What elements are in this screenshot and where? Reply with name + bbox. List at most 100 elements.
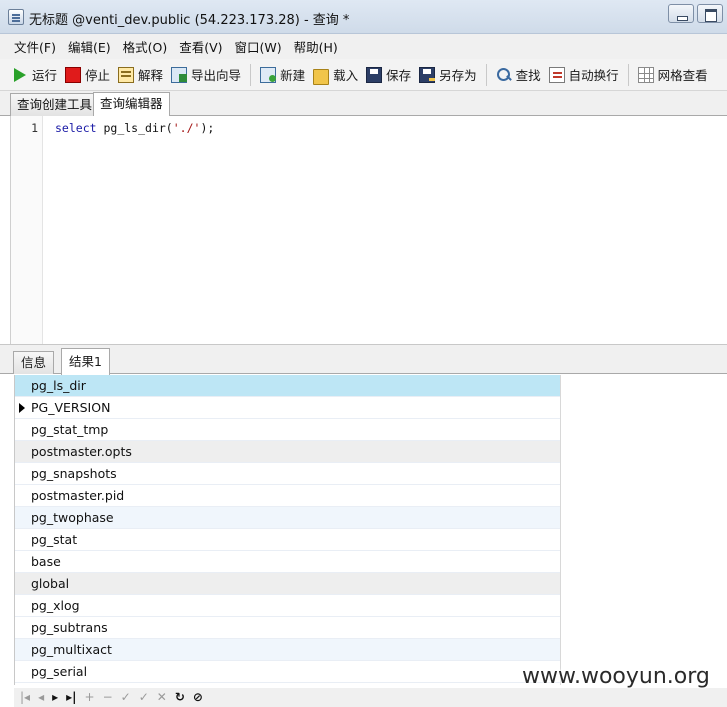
table-row[interactable]: pg_multixact (15, 639, 560, 661)
word-wrap-label: 自动换行 (568, 68, 619, 83)
save-button[interactable]: 保存 (362, 63, 415, 87)
table-row[interactable]: postmaster.opts (15, 441, 560, 463)
load-button[interactable]: 载入 (309, 63, 362, 87)
last-record-icon[interactable]: ▸| (66, 688, 76, 707)
table-cell[interactable]: pg_xlog (31, 595, 80, 617)
stop-fetch-icon[interactable]: ⊘ (193, 688, 203, 707)
next-record-icon[interactable]: ▸ (52, 688, 58, 707)
sql-keyword: select (55, 121, 97, 135)
sql-editor[interactable]: 1 select pg_ls_dir('./'); (10, 116, 727, 344)
window-title: 无标题 @venti_dev.public (54.223.173.28) - … (29, 13, 350, 28)
cancel-record-icon[interactable]: ✕ (157, 688, 167, 707)
table-cell[interactable]: pg_stat_tmp (31, 419, 108, 441)
run-button[interactable]: 运行 (8, 63, 61, 87)
find-button[interactable]: 查找 (492, 63, 545, 87)
table-cell[interactable]: pg_stat (31, 529, 77, 551)
save-as-button[interactable]: 另存为 (415, 63, 481, 87)
table-row[interactable]: pg_xlog (15, 595, 560, 617)
word-wrap-button[interactable]: 自动换行 (545, 63, 623, 87)
magnifier-icon (496, 67, 512, 83)
new-label: 新建 (280, 68, 306, 83)
save-label: 保存 (386, 68, 412, 83)
toolbar-divider (485, 63, 487, 86)
edit-record-icon[interactable]: ✓ (121, 688, 131, 707)
table-row[interactable]: global (15, 573, 560, 595)
new-button[interactable]: 新建 (256, 63, 309, 87)
app-icon (8, 9, 24, 25)
save-as-label: 另存为 (439, 68, 477, 83)
menu-file[interactable]: 文件(F) (8, 37, 62, 56)
table-cell[interactable]: base (31, 551, 61, 573)
table-row[interactable]: pg_subtrans (15, 617, 560, 639)
tab-info[interactable]: 信息 (13, 351, 55, 374)
play-icon (12, 67, 28, 83)
table-cell[interactable]: postmaster.opts (31, 441, 132, 463)
wrap-icon (548, 66, 565, 83)
export-label: 导出向导 (191, 68, 242, 83)
watermark: www.wooyun.org (522, 664, 710, 689)
table-cell[interactable]: pg_serial (31, 661, 87, 683)
first-record-icon[interactable]: |◂ (20, 688, 30, 707)
table-cell[interactable]: global (31, 573, 69, 595)
menu-format[interactable]: 格式(O) (117, 37, 174, 56)
insert-record-icon[interactable]: + (85, 688, 95, 707)
stop-icon (65, 66, 82, 83)
menu-bar: 文件(F) 编辑(E) 格式(O) 查看(V) 窗口(W) 帮助(H) (0, 34, 727, 59)
editor-tab-bar: 查询创建工具 查询编辑器 (0, 91, 727, 117)
table-cell[interactable]: postmaster.pid (31, 485, 124, 507)
tab-query-editor[interactable]: 查询编辑器 (93, 92, 170, 117)
prev-record-icon[interactable]: ◂ (38, 688, 44, 707)
grid-icon (637, 66, 654, 83)
delete-record-icon[interactable]: − (103, 688, 113, 707)
table-row[interactable]: pg_stat (15, 529, 560, 551)
stop-label: 停止 (85, 68, 111, 83)
record-navigation-bar: |◂ ◂ ▸ ▸| + − ✓ ✓ ✕ ↻ ⊘ (14, 688, 727, 707)
sql-end: ); (200, 121, 215, 135)
table-row[interactable]: pg_snapshots (15, 463, 560, 485)
menu-edit[interactable]: 编辑(E) (62, 37, 117, 56)
grid-header-row[interactable]: pg_ls_dir (15, 375, 560, 397)
toolbar-divider (627, 63, 629, 86)
tab-query-builder[interactable]: 查询创建工具 (10, 93, 100, 116)
table-row[interactable]: pg_stat_tmp (15, 419, 560, 441)
minimize-button[interactable] (668, 4, 694, 23)
export-icon (171, 66, 188, 83)
current-row-marker-icon (19, 403, 25, 413)
table-cell[interactable]: pg_twophase (31, 507, 114, 529)
table-cell[interactable]: PG_VERSION (31, 397, 110, 419)
toolbar-divider (250, 63, 252, 86)
menu-window[interactable]: 窗口(W) (229, 37, 288, 56)
save-as-icon (419, 66, 436, 83)
table-cell[interactable]: pg_subtrans (31, 617, 108, 639)
load-label: 载入 (333, 68, 359, 83)
result-tab-bar: 信息 结果1 (0, 344, 727, 375)
tab-result-1[interactable]: 结果1 (61, 348, 110, 375)
find-label: 查找 (515, 68, 541, 83)
grid-view-label: 网格查看 (657, 68, 708, 83)
column-header-pg-ls-dir[interactable]: pg_ls_dir (31, 375, 86, 397)
explain-button[interactable]: 解释 (114, 63, 167, 87)
table-row[interactable]: pg_twophase (15, 507, 560, 529)
new-icon (260, 66, 277, 83)
table-cell[interactable]: pg_snapshots (31, 463, 117, 485)
table-row[interactable]: base (15, 551, 560, 573)
sql-code-line[interactable]: select pg_ls_dir('./'); (55, 121, 214, 135)
title-bar: 无标题 @venti_dev.public (54.223.173.28) - … (0, 0, 727, 34)
maximize-button[interactable] (697, 4, 723, 23)
apply-record-icon[interactable]: ✓ (139, 688, 149, 707)
menu-help[interactable]: 帮助(H) (288, 37, 344, 56)
menu-view[interactable]: 查看(V) (173, 37, 228, 56)
refresh-icon[interactable]: ↻ (175, 688, 185, 707)
grid-view-button[interactable]: 网格查看 (634, 63, 712, 87)
sql-string: './' (172, 121, 201, 135)
toolbar: 运行 停止 解释 导出向导 新建 载入 保存 另存为 查找 自动换行 网格查看 (0, 59, 727, 91)
line-number-gutter: 1 (11, 116, 43, 344)
table-row[interactable]: pg_serial (15, 661, 560, 683)
table-row[interactable]: postmaster.pid (15, 485, 560, 507)
export-wizard-button[interactable]: 导出向导 (167, 63, 245, 87)
stop-button[interactable]: 停止 (61, 63, 114, 87)
table-row[interactable]: PG_VERSION (15, 397, 560, 419)
explain-label: 解释 (138, 68, 164, 83)
table-cell[interactable]: pg_multixact (31, 639, 112, 661)
result-grid[interactable]: pg_ls_dir PG_VERSION pg_stat_tmp postmaste… (14, 375, 561, 685)
